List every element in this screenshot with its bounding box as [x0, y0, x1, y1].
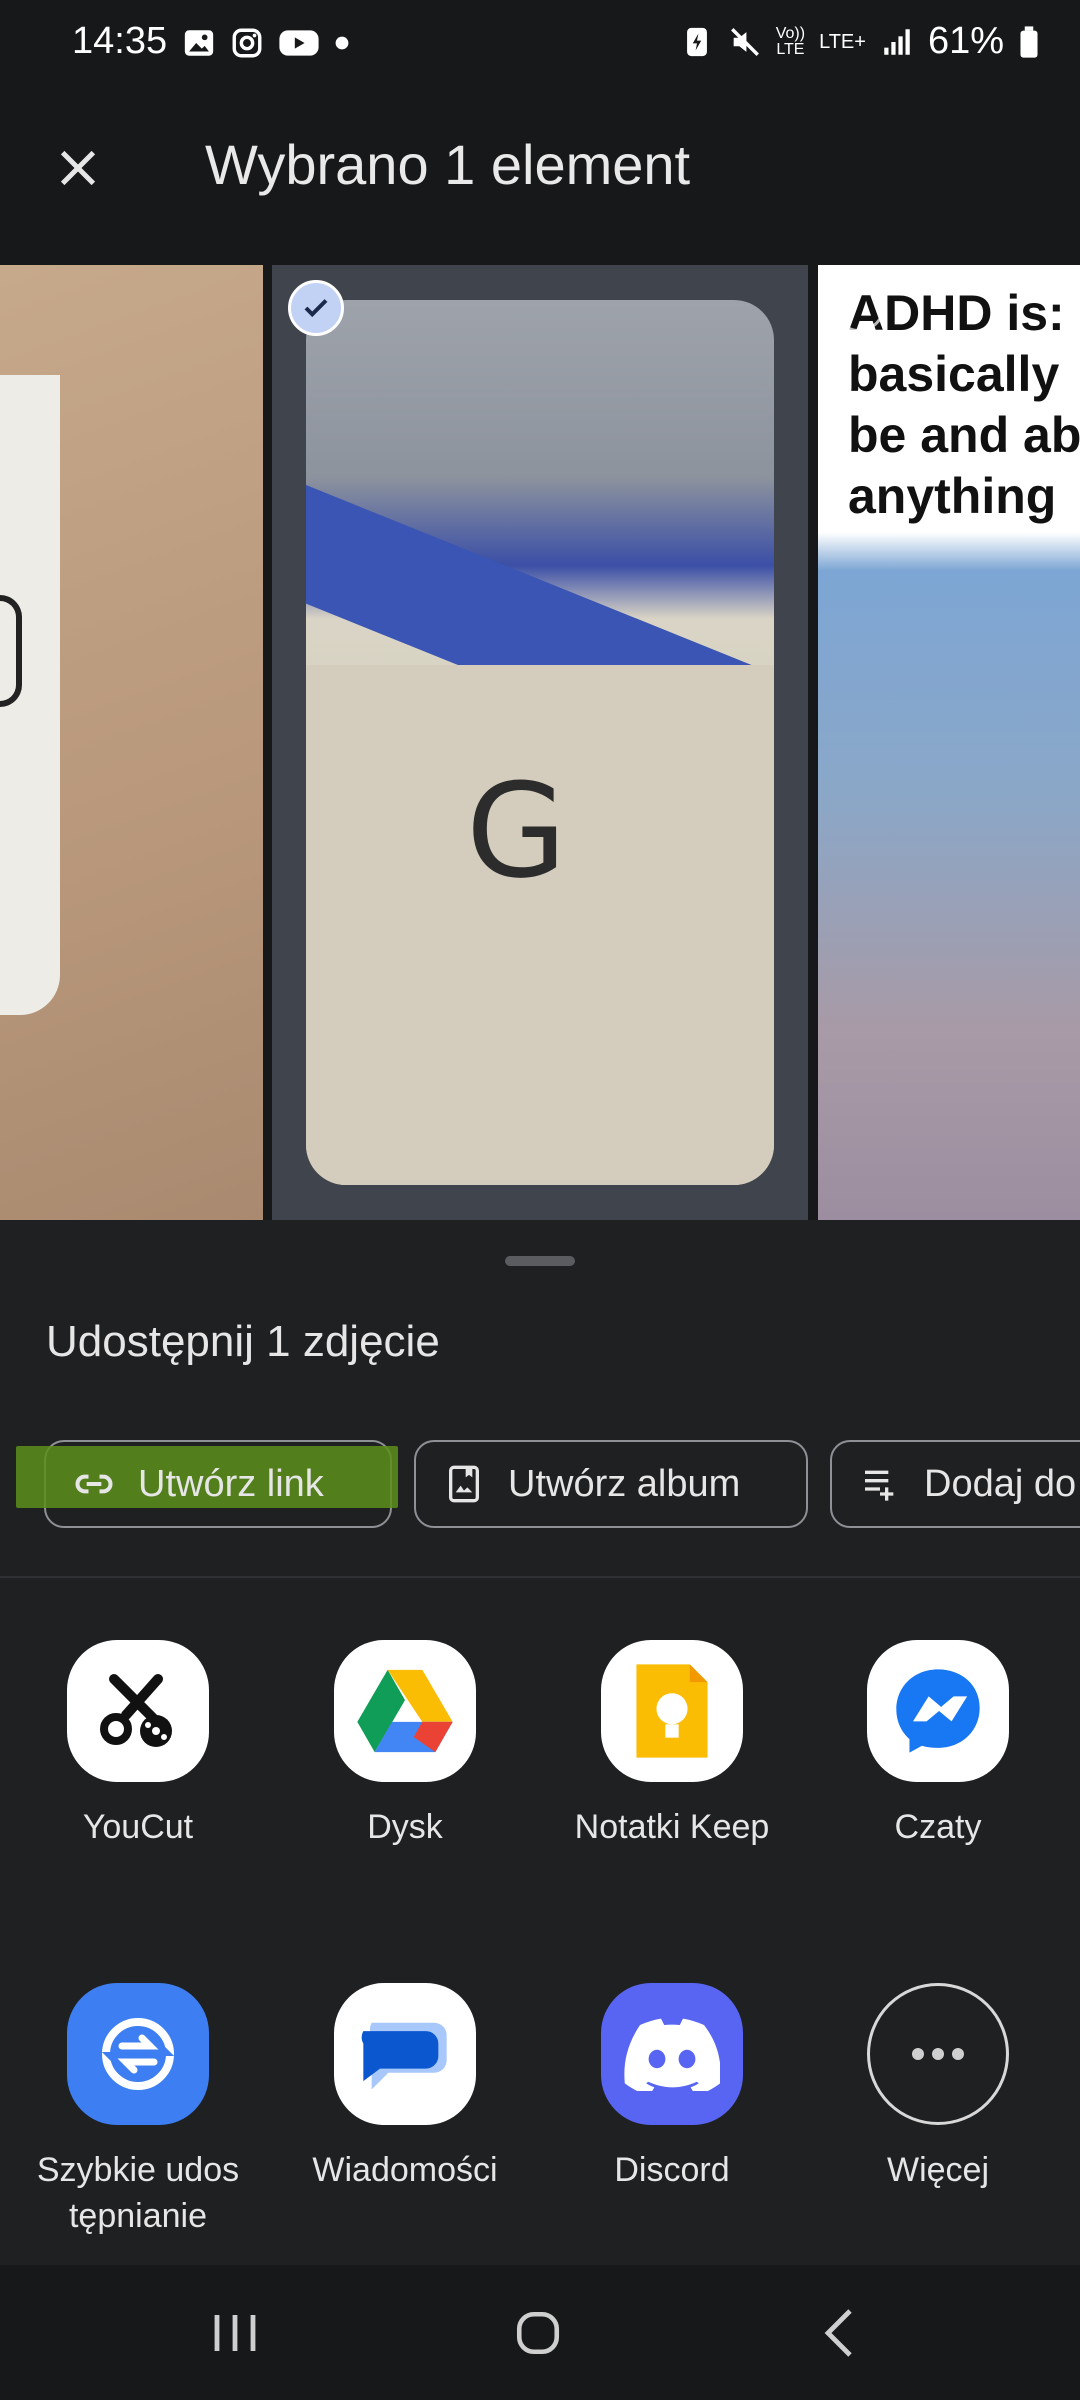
instagram-icon: [232, 28, 262, 58]
app-label: YouCut: [82, 1808, 194, 1846]
back-icon: [824, 2309, 852, 2357]
app-wiecej[interactable]: Więcej: [803, 1983, 1073, 2193]
create-album-button[interactable]: Utwórz album: [414, 1440, 808, 1528]
status-time: 14:35: [72, 20, 168, 62]
app-czaty[interactable]: Czaty: [803, 1640, 1073, 1850]
app-notatki-keep[interactable]: Notatki Keep: [537, 1640, 807, 1850]
photo-thumbnail-selected[interactable]: G: [272, 265, 808, 1220]
create-link-label: Utwórz link: [138, 1462, 324, 1505]
app-dysk[interactable]: Dysk: [270, 1640, 540, 1850]
recent-apps-button[interactable]: [185, 2295, 285, 2371]
recent-apps-icon: [214, 2315, 256, 2351]
create-link-button[interactable]: Utwórz link: [16, 1440, 398, 1528]
signal-icon: [884, 28, 910, 55]
add-to-button[interactable]: Dodaj do: [830, 1440, 1080, 1528]
link-icon: [72, 1462, 116, 1506]
close-icon: [60, 150, 96, 186]
navigation-bar: [0, 2265, 1080, 2400]
top-app-bar: Wybrano 1 element: [0, 90, 1080, 255]
close-button[interactable]: [40, 130, 116, 206]
app-label: Discord: [614, 2151, 730, 2189]
app-wiadomosci[interactable]: Wiadomości: [270, 1983, 540, 2193]
mute-icon: [730, 27, 759, 56]
share-sheet: Udostępnij 1 zdjęcie Utwórz link Utwórz …: [0, 1220, 1080, 2265]
battery-saver-icon: [686, 27, 707, 56]
app-label: Notatki Keep: [574, 1808, 770, 1846]
add-to-label: Dodaj do: [924, 1462, 1077, 1505]
messenger-icon: [867, 1640, 1009, 1782]
discord-icon: [601, 1983, 743, 2125]
photo-image: G: [306, 300, 774, 1185]
selected-check-icon[interactable]: [288, 280, 344, 336]
messages-icon: [334, 1983, 476, 2125]
drag-handle[interactable]: [505, 1256, 575, 1266]
photo-thumbnail[interactable]: [0, 265, 263, 1220]
dot-icon: [335, 36, 349, 50]
gallery-icon: [184, 30, 214, 56]
unselected-circle-icon[interactable]: [833, 280, 885, 332]
app-discord[interactable]: Discord: [537, 1983, 807, 2193]
home-icon: [516, 2311, 560, 2355]
divider: [0, 1576, 1080, 1578]
notebook-letter: G: [466, 755, 567, 907]
create-album-label: Utwórz album: [508, 1462, 741, 1505]
quick-actions: Utwórz link Utwórz album Dodaj do: [0, 1440, 1080, 1532]
volte-label: Vo)): [775, 24, 806, 42]
app-label: Wiadomości: [312, 2151, 498, 2189]
selection-title: Wybrano 1 element: [205, 133, 691, 196]
app-label: Dysk: [367, 1808, 443, 1846]
app-youcut[interactable]: YouCut: [3, 1640, 273, 1850]
lte-sub-label: LTE: [776, 40, 805, 58]
battery-percent: 61%: [927, 20, 1004, 62]
battery-icon: [1020, 25, 1038, 58]
photo-thumbnail[interactable]: ADHD is: basically be and ab anything: [818, 265, 1080, 1220]
more-icon: [867, 1983, 1009, 2125]
app-label: Czaty: [894, 1808, 982, 1846]
quick-share-icon: [67, 1983, 209, 2125]
back-button[interactable]: [790, 2295, 890, 2371]
youtube-icon: [279, 30, 319, 56]
status-bar: 14:35 Vo)) LTE LTE+ 61%: [0, 0, 1080, 90]
youcut-icon: [67, 1640, 209, 1782]
lte-plus-label: LTE+: [819, 30, 866, 53]
photo-strip[interactable]: G ADHD is: basically be and ab anything: [0, 255, 1080, 1220]
app-label: Więcej: [886, 2151, 990, 2189]
album-icon: [442, 1462, 486, 1506]
google-keep-icon: [601, 1640, 743, 1782]
google-drive-icon: [334, 1640, 476, 1782]
share-sheet-title: Udostępnij 1 zdjęcie: [46, 1317, 440, 1366]
home-button[interactable]: [488, 2295, 588, 2371]
app-szybkie-udostepnianie[interactable]: Szybkie udos tępnianie: [3, 1983, 273, 2239]
app-label: Szybkie udos tępnianie: [36, 2151, 240, 2235]
meme-text: ADHD is: basically be and ab anything: [848, 285, 1080, 524]
playlist-add-icon: [858, 1462, 902, 1506]
